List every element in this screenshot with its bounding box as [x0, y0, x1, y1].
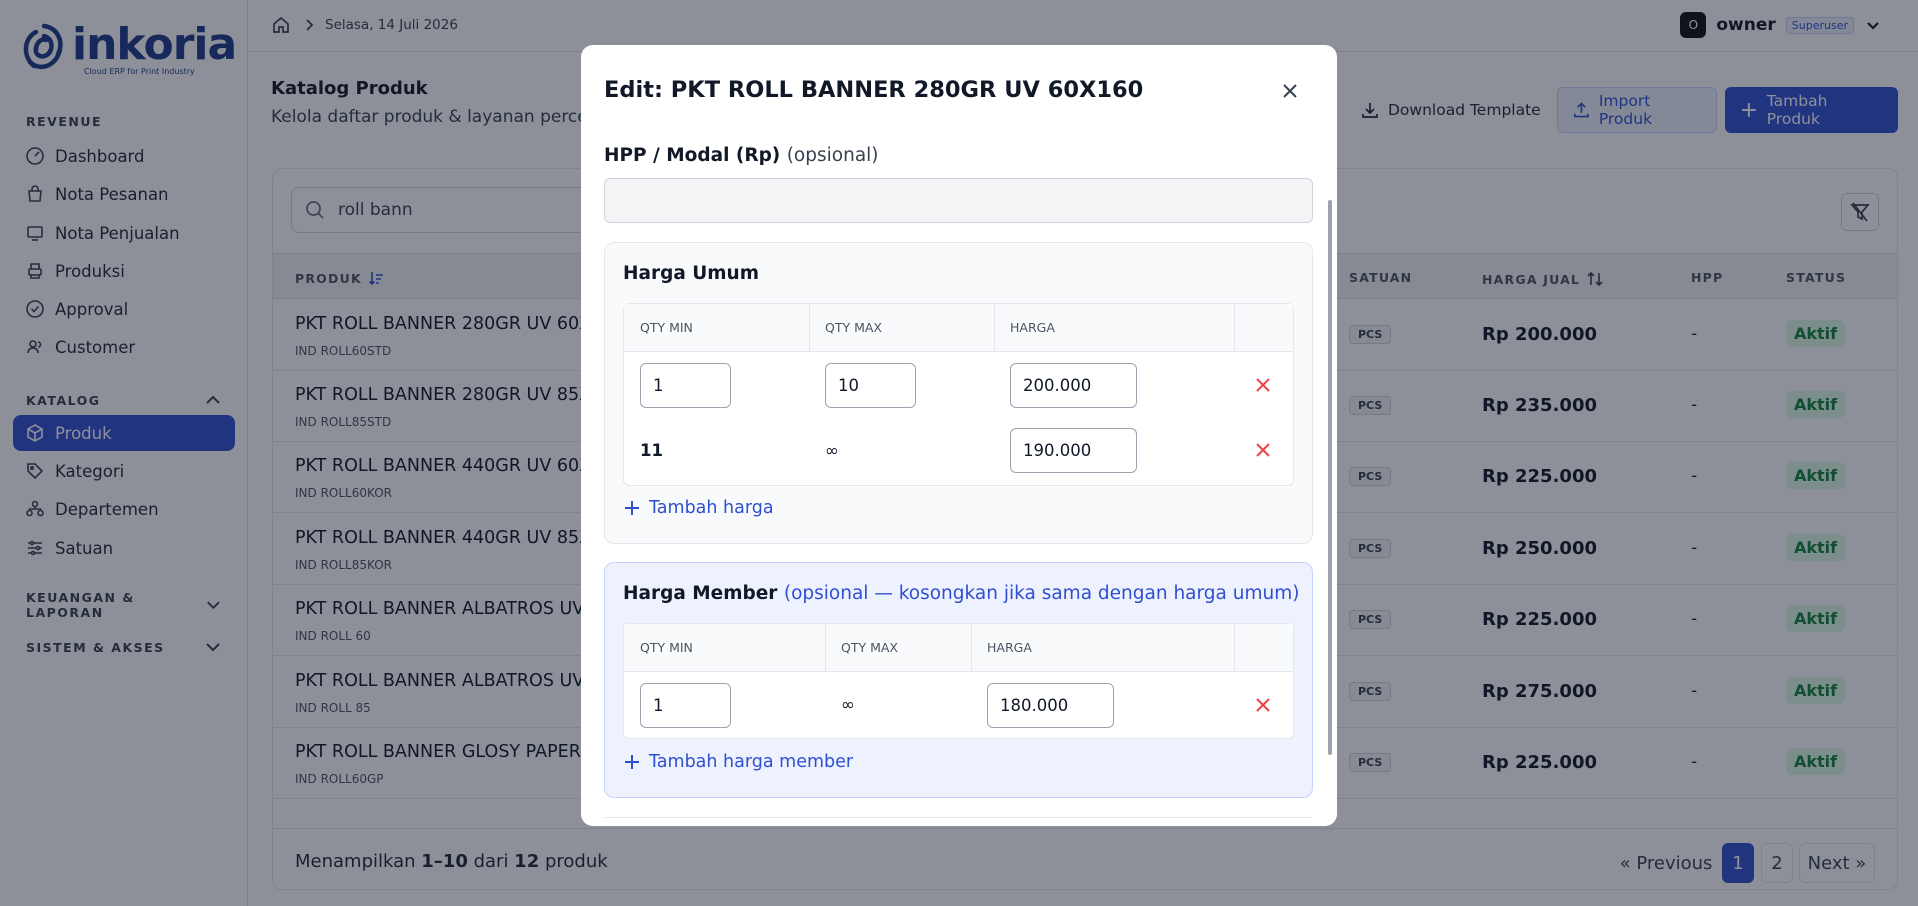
tambah-harga-label: Tambah harga	[649, 498, 774, 518]
hpp-optional-hint: (opsional)	[786, 145, 879, 166]
hpp-input[interactable]	[604, 178, 1313, 223]
column-divider	[994, 304, 995, 352]
column-divider	[1234, 304, 1235, 352]
harga-umum-title: Harga Umum	[623, 263, 760, 284]
plus-icon	[625, 501, 639, 515]
column-divider	[809, 304, 810, 352]
modal-divider	[604, 817, 1313, 818]
qty-min-value: 11	[640, 441, 663, 460]
column-divider	[971, 624, 972, 672]
close-icon[interactable]	[1278, 79, 1302, 103]
harga-member-hint: (opsional — kosongkan jika sama dengan h…	[783, 583, 1300, 604]
table-header	[624, 624, 1293, 672]
column-header-qty-max: QTY MAX	[825, 320, 882, 335]
remove-row-icon[interactable]	[1254, 441, 1272, 459]
edit-product-modal: Edit: PKT ROLL BANNER 280GR UV 60X160 HP…	[581, 45, 1337, 826]
harga-member-title: Harga Member (opsional — kosongkan jika …	[623, 583, 1299, 604]
harga-input[interactable]: 180.000	[987, 683, 1114, 728]
hpp-label-text: HPP / Modal (Rp)	[604, 145, 781, 166]
qty-max-value: ∞	[825, 441, 839, 460]
plus-icon	[625, 755, 639, 769]
column-divider	[825, 624, 826, 672]
column-header-qty-max: QTY MAX	[841, 640, 898, 655]
remove-row-icon[interactable]	[1254, 376, 1272, 394]
table-header	[624, 304, 1293, 352]
qty-min-input[interactable]: 1	[640, 683, 731, 728]
harga-member-table: QTY MIN QTY MAX HARGA 1 ∞ 180.000	[623, 623, 1294, 739]
harga-member-title-text: Harga Member	[623, 583, 778, 604]
harga-member-section: Harga Member (opsional — kosongkan jika …	[604, 562, 1313, 798]
tambah-harga-member-label: Tambah harga member	[649, 752, 854, 772]
qty-max-value: ∞	[841, 695, 855, 714]
tambah-harga-button[interactable]: Tambah harga	[623, 498, 774, 518]
hpp-label: HPP / Modal (Rp) (opsional)	[604, 145, 879, 166]
modal-title: Edit: PKT ROLL BANNER 280GR UV 60X160	[604, 77, 1144, 103]
modal-scrollbar[interactable]	[1328, 200, 1332, 755]
harga-umum-table: QTY MIN QTY MAX HARGA 1 10 200.000 11 ∞ …	[623, 303, 1294, 486]
column-header-harga: HARGA	[987, 640, 1032, 655]
qty-min-input[interactable]: 1	[640, 363, 731, 408]
column-header-qty-min: QTY MIN	[640, 640, 693, 655]
column-header-harga: HARGA	[1010, 320, 1055, 335]
harga-input[interactable]: 200.000	[1010, 363, 1137, 408]
column-header-qty-min: QTY MIN	[640, 320, 693, 335]
qty-max-input[interactable]: 10	[825, 363, 916, 408]
harga-input[interactable]: 190.000	[1010, 428, 1137, 473]
harga-umum-section: Harga Umum QTY MIN QTY MAX HARGA 1 10 20…	[604, 242, 1313, 544]
tambah-harga-member-button[interactable]: Tambah harga member	[623, 752, 853, 772]
remove-row-icon[interactable]	[1254, 696, 1272, 714]
column-divider	[1234, 624, 1235, 672]
